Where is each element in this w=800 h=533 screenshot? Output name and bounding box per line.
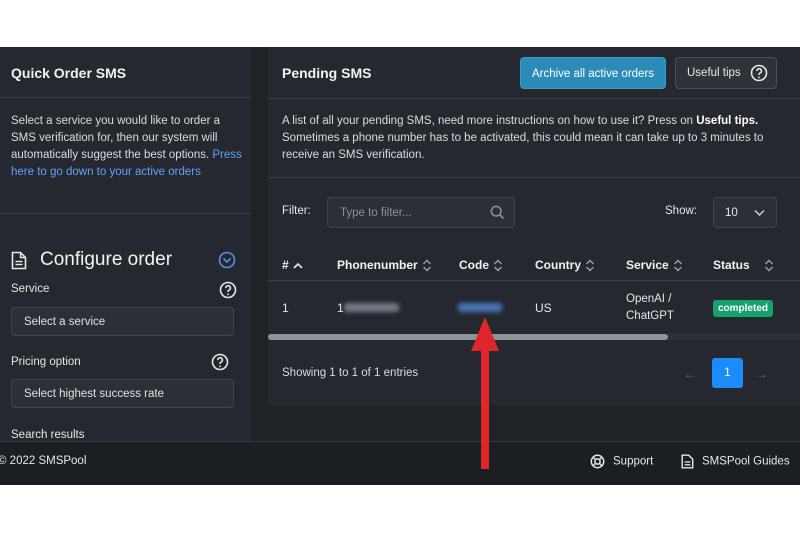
question-circle-icon[interactable] bbox=[211, 353, 229, 376]
search-icon bbox=[490, 205, 505, 225]
cell-service-line1: OpenAI / bbox=[626, 293, 672, 305]
guides-label: SMSPool Guides bbox=[702, 455, 790, 468]
cell-phone-prefix: 1 bbox=[337, 301, 344, 315]
sort-icon bbox=[764, 259, 773, 272]
column-header-status[interactable]: Status bbox=[713, 258, 774, 272]
pagination-next[interactable]: → bbox=[756, 367, 768, 381]
useful-tips-label: Useful tips bbox=[687, 67, 741, 79]
guides-link[interactable]: SMSPool Guides bbox=[681, 454, 790, 469]
quick-order-title: Quick Order SMS bbox=[11, 65, 127, 81]
pending-sms-panel: Pending SMS Archive all active orders Us… bbox=[268, 47, 800, 405]
sort-icon bbox=[586, 259, 594, 272]
divider bbox=[268, 98, 800, 99]
useful-tips-inline: Useful tips. bbox=[696, 115, 759, 127]
description-text: A list of all your pending SMS, need mor… bbox=[282, 115, 697, 127]
filter-input[interactable] bbox=[327, 197, 515, 228]
cell-index: 1 bbox=[282, 301, 289, 315]
quick-order-description: Select a service you would like to order… bbox=[11, 113, 243, 181]
service-select[interactable]: Select a service bbox=[11, 307, 234, 336]
question-circle-icon[interactable] bbox=[219, 281, 237, 304]
table-header: # Phonenumber Code Country Service Statu… bbox=[268, 250, 800, 280]
divider bbox=[0, 97, 251, 98]
document-icon bbox=[681, 454, 694, 469]
search-results-label: Search results bbox=[11, 429, 85, 441]
useful-tips-button[interactable]: Useful tips bbox=[675, 57, 777, 89]
divider bbox=[0, 213, 251, 214]
app-screen: Quick Order SMS Select a service you wou… bbox=[0, 47, 800, 485]
cell-service-line2: ChatGPT bbox=[626, 310, 674, 322]
column-header-service[interactable]: Service bbox=[626, 258, 683, 272]
configure-order-title: Configure order bbox=[40, 249, 173, 270]
pagination-page-1[interactable]: 1 bbox=[712, 358, 743, 388]
pending-sms-description: A list of all your pending SMS, need mor… bbox=[282, 113, 792, 164]
pricing-option-label: Pricing option bbox=[11, 356, 81, 368]
sort-icon bbox=[494, 259, 502, 272]
support-link[interactable]: Support bbox=[590, 454, 653, 469]
entries-info: Showing 1 to 1 of 1 entries bbox=[282, 367, 419, 379]
sort-asc-icon bbox=[293, 262, 303, 269]
cell-phonenumber-redacted bbox=[344, 303, 399, 312]
description-text: Select a service you would like to order… bbox=[11, 115, 221, 161]
column-header-code[interactable]: Code bbox=[459, 258, 503, 272]
divider bbox=[268, 177, 800, 178]
cell-code-redacted[interactable] bbox=[458, 303, 502, 312]
copyright: © 2022 SMSPool bbox=[0, 455, 87, 467]
pricing-option-select[interactable]: Select highest success rate bbox=[11, 379, 234, 408]
configure-order-header: Configure order bbox=[11, 247, 241, 275]
horizontal-scrollbar-thumb[interactable] bbox=[268, 334, 668, 340]
question-circle-icon bbox=[750, 64, 768, 85]
sort-icon bbox=[673, 259, 682, 272]
column-header-phonenumber[interactable]: Phonenumber bbox=[337, 258, 432, 272]
archive-all-button[interactable]: Archive all active orders bbox=[520, 57, 666, 89]
show-entries-select[interactable]: 10 bbox=[713, 197, 777, 228]
footer: © 2022 SMSPool Support SMSPool Guides bbox=[0, 441, 800, 485]
show-label: Show: bbox=[665, 205, 697, 217]
pending-sms-title: Pending SMS bbox=[282, 65, 372, 81]
cell-country: US bbox=[535, 301, 552, 315]
column-header-index[interactable]: # bbox=[282, 258, 303, 272]
divider bbox=[268, 280, 800, 281]
quick-order-panel: Quick Order SMS Select a service you wou… bbox=[0, 47, 251, 441]
column-header-country[interactable]: Country bbox=[535, 258, 595, 272]
chevron-down-icon bbox=[754, 208, 765, 220]
filter-label: Filter: bbox=[282, 205, 311, 217]
chevron-down-circle-icon[interactable] bbox=[218, 251, 236, 274]
status-badge: completed bbox=[713, 300, 773, 317]
pagination-prev[interactable]: ← bbox=[684, 367, 696, 381]
service-label: Service bbox=[11, 283, 50, 295]
annotation-arrow-icon bbox=[471, 317, 499, 469]
document-icon bbox=[11, 251, 27, 275]
support-label: Support bbox=[613, 455, 654, 468]
sort-icon bbox=[422, 259, 431, 272]
description-tail: Sometimes a phone number has to be activ… bbox=[282, 132, 764, 161]
show-value: 10 bbox=[725, 207, 738, 219]
lifebuoy-icon bbox=[590, 454, 605, 469]
